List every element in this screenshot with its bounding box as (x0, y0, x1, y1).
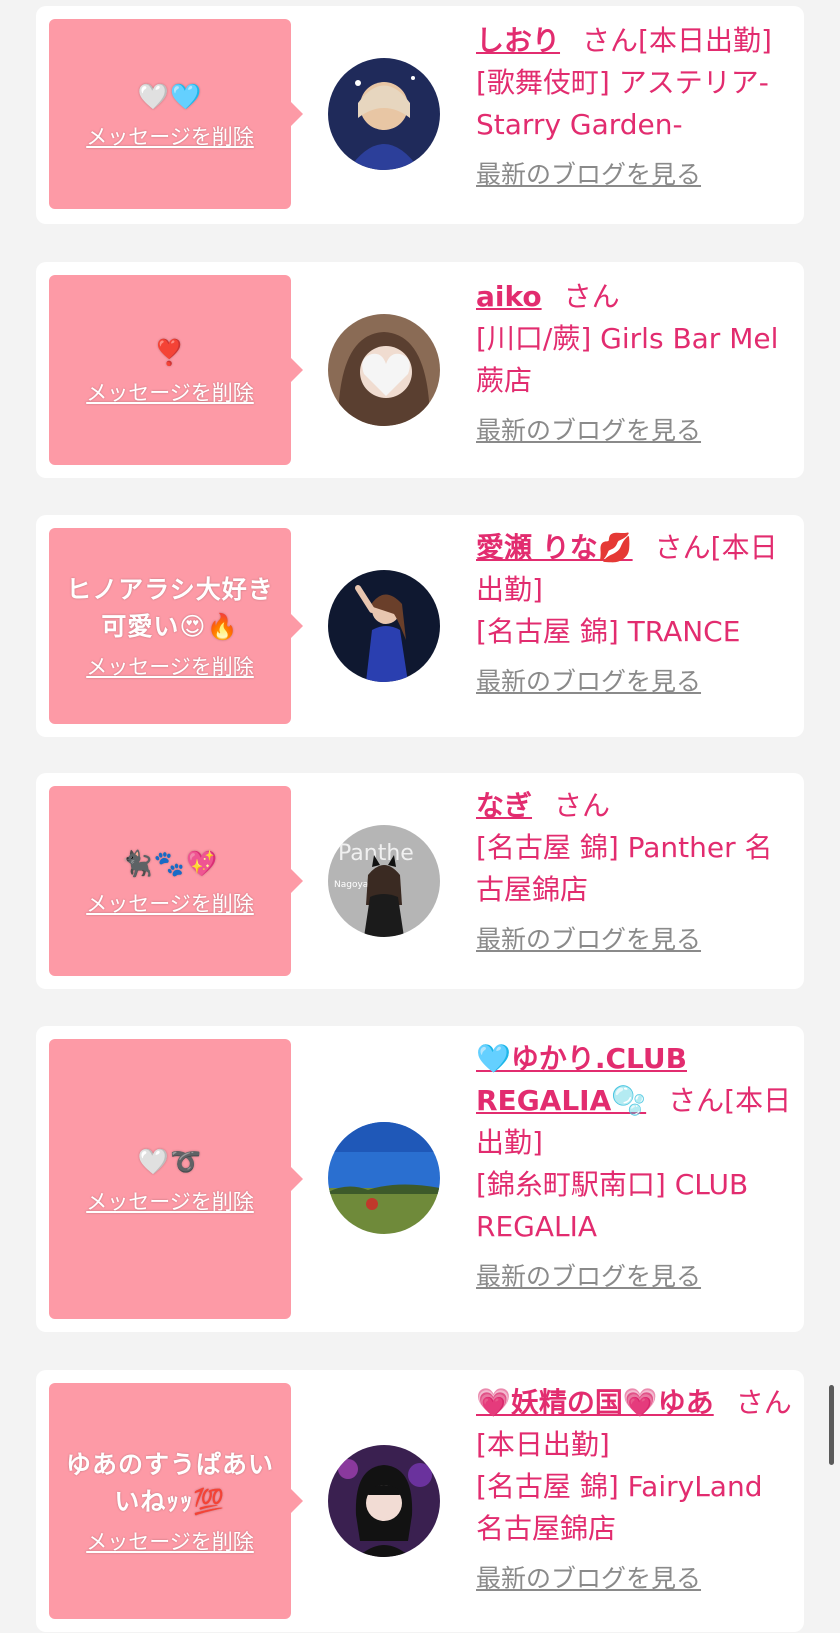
latest-blog-link[interactable]: 最新のブログを見る (476, 661, 794, 703)
shop-name: [歌舞伎町] アステリア-Starry Garden- (476, 66, 769, 141)
latest-blog-link[interactable]: 最新のブログを見る (476, 154, 794, 196)
honorific: さん (563, 280, 620, 313)
profile-photo-icon (328, 570, 440, 682)
avatar[interactable] (328, 570, 440, 682)
avatar[interactable] (328, 1445, 440, 1557)
shop-name: [錦糸町駅南口] CLUB REGALIA (476, 1168, 749, 1243)
profile-photo-icon (328, 314, 440, 426)
avatar[interactable] (328, 58, 440, 170)
message-bubble: ヒノアラシ大好き可愛い😍🔥 メッセージを削除 (49, 528, 303, 724)
message-bubble: 🐈‍⬛🐾💖 メッセージを削除 (49, 786, 303, 976)
latest-blog-link[interactable]: 最新のブログを見る (476, 410, 794, 452)
delete-message-button[interactable]: メッセージを削除 (86, 121, 254, 151)
message-text: 🤍🩵 (137, 81, 203, 111)
honorific: さん (735, 1386, 792, 1419)
message-card: 🤍➰ メッセージを削除 🩵ゆかり.CLUB REGALIA🫧 さん[本日出勤] [… (36, 1026, 804, 1332)
message-text: 🤍➰ (137, 1146, 203, 1176)
latest-blog-link[interactable]: 最新のブログを見る (476, 1256, 794, 1298)
profile-info: aiko さん [川口/蕨] Girls Bar Mel 蕨店 最新のブログを見る (476, 276, 794, 452)
avatar[interactable] (328, 1122, 440, 1234)
message-text: ❣️ (153, 337, 187, 367)
honorific: さん (582, 24, 639, 57)
avatar[interactable]: Panthe Nagoya (328, 825, 440, 937)
latest-blog-link[interactable]: 最新のブログを見る (476, 1558, 794, 1600)
cast-name-link[interactable]: しおり (476, 24, 560, 57)
honorific: さん (554, 789, 611, 822)
profile-info: 🩵ゆかり.CLUB REGALIA🫧 さん[本日出勤] [錦糸町駅南口] CLUB… (476, 1038, 794, 1298)
svg-text:Nagoya: Nagoya (334, 880, 368, 890)
message-text: 🐈‍⬛🐾💖 (121, 848, 219, 878)
message-card: ゆあのすうぱあいいねｯｯ💯 メッセージを削除 💗妖精の国💗ゆあ さん [本日出勤] … (36, 1370, 804, 1632)
message-bubble: ゆあのすうぱあいいねｯｯ💯 メッセージを削除 (49, 1383, 303, 1619)
shop-name: [名古屋 錦] FairyLand 名古屋錦店 (476, 1470, 763, 1545)
profile-info: しおり さん[本日出勤] [歌舞伎町] アステリア-Starry Garden- … (476, 20, 794, 196)
profile-info: 愛瀬 りな💋 さん[本日出勤] [名古屋 錦] TRANCE 最新のブログを見る (476, 527, 794, 703)
delete-message-button[interactable]: メッセージを削除 (86, 888, 254, 918)
profile-photo-icon (328, 1445, 440, 1557)
message-bubble: 🤍🩵 メッセージを削除 (49, 19, 303, 209)
profile-info: なぎ さん [名古屋 錦] Panther 名古屋錦店 最新のブログを見る (476, 785, 794, 961)
delete-message-button[interactable]: メッセージを削除 (86, 377, 254, 407)
scrollbar[interactable] (829, 1385, 834, 1465)
profile-info: 💗妖精の国💗ゆあ さん [本日出勤] [名古屋 錦] FairyLand 名古屋錦店… (476, 1382, 794, 1600)
work-status: [本日出勤] (476, 1428, 610, 1461)
delete-message-button[interactable]: メッセージを削除 (86, 651, 254, 681)
shop-name: [名古屋 錦] Panther 名古屋錦店 (476, 831, 773, 906)
cast-name-link[interactable]: 🩵ゆかり.CLUB REGALIA🫧 (476, 1042, 687, 1117)
honorific: さん (668, 1084, 725, 1117)
message-text: ゆあのすうぱあいいねｯｯ💯 (65, 1450, 274, 1516)
message-card: 🐈‍⬛🐾💖 メッセージを削除 Panthe Nagoya なぎ さん [名古屋 錦… (36, 773, 804, 989)
profile-photo-icon (328, 1122, 440, 1234)
message-bubble: 🤍➰ メッセージを削除 (49, 1039, 303, 1319)
avatar[interactable] (328, 314, 440, 426)
shop-name: [川口/蕨] Girls Bar Mel 蕨店 (476, 322, 779, 397)
cast-name-link[interactable]: aiko (476, 280, 542, 313)
latest-blog-link[interactable]: 最新のブログを見る (476, 919, 794, 961)
delete-message-button[interactable]: メッセージを削除 (86, 1526, 254, 1556)
honorific: さん (654, 531, 711, 564)
message-card: ❣️ メッセージを削除 aiko さん [川口/蕨] Girls Bar Mel … (36, 262, 804, 478)
cast-name-link[interactable]: 💗妖精の国💗ゆあ (476, 1386, 714, 1419)
work-status: [本日出勤] (638, 24, 772, 57)
profile-photo-icon (328, 58, 440, 170)
delete-message-button[interactable]: メッセージを削除 (86, 1186, 254, 1216)
cast-name-link[interactable]: なぎ (476, 789, 532, 822)
cast-name-link[interactable]: 愛瀬 りな💋 (476, 531, 633, 564)
shop-name: [名古屋 錦] TRANCE (476, 615, 741, 648)
message-card: 🤍🩵 メッセージを削除 しおり さん[本日出勤] [歌舞伎町] アステリア-Sta… (36, 6, 804, 224)
message-text: ヒノアラシ大好き可愛い😍🔥 (66, 575, 274, 641)
message-bubble: ❣️ メッセージを削除 (49, 275, 303, 465)
profile-photo-icon: Panthe Nagoya (328, 825, 440, 937)
message-card: ヒノアラシ大好き可愛い😍🔥 メッセージを削除 愛瀬 りな💋 さん[本日出勤] [名… (36, 515, 804, 737)
